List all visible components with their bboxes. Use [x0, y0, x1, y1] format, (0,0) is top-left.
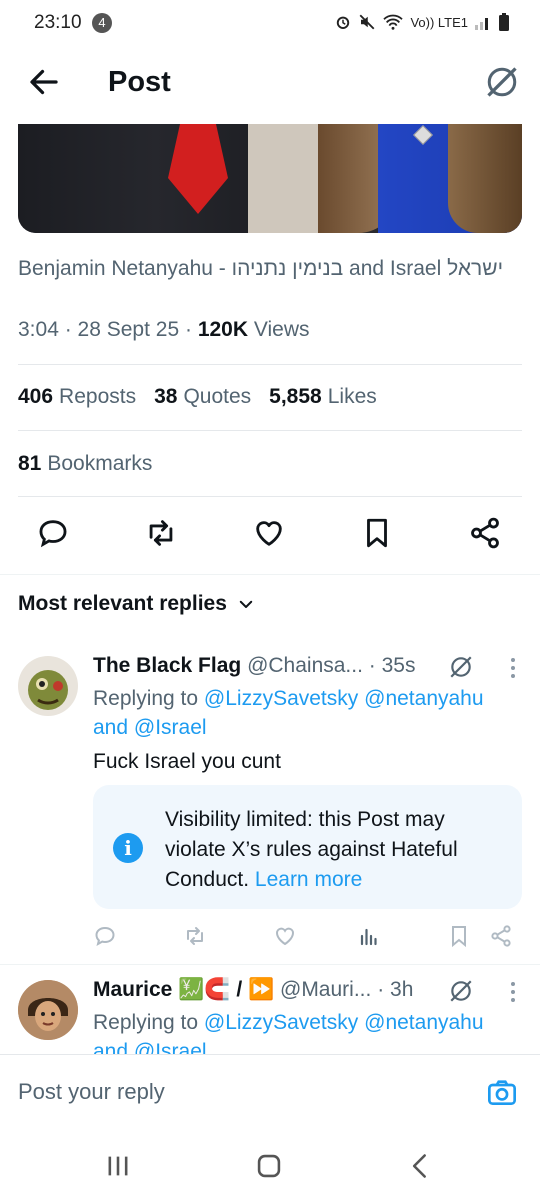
alarm-icon [337, 16, 350, 29]
mention-link[interactable]: @LizzySavetsky [204, 687, 358, 710]
wifi-icon [383, 14, 404, 30]
page-title: Post [108, 66, 171, 98]
replies-sort-dropdown[interactable]: Most relevant replies [18, 592, 255, 616]
visibility-limited-notice: i Visibility limited: this Post may viol… [93, 785, 522, 909]
learn-more-link[interactable]: Learn more [255, 868, 362, 891]
post-date: 28 Sept 25 [77, 318, 180, 341]
status-time: 23:10 [34, 12, 82, 33]
likes-stat[interactable]: 5,858 Likes [269, 385, 377, 409]
system-back-icon[interactable] [406, 1152, 434, 1180]
quotes-stat[interactable]: 38 Quotes [154, 385, 251, 409]
views-label: Views [253, 318, 310, 341]
bookmark-icon[interactable] [447, 924, 471, 948]
back-arrow-icon[interactable] [26, 64, 62, 100]
post-time: 3:04 [18, 318, 59, 341]
mention-link[interactable]: @LizzySavetsky [204, 1011, 358, 1034]
post-tagged-accounts[interactable]: Benjamin Netanyahu - בנימין נתניהו and I… [18, 254, 518, 284]
views-count: 120K [197, 318, 249, 341]
more-options-icon[interactable] [510, 981, 516, 1003]
mention-link[interactable]: @Israel [134, 1040, 207, 1054]
system-nav-bar [0, 1132, 540, 1200]
bookmarks-stat[interactable]: 81 Bookmarks [18, 452, 152, 476]
post-stats: 406 Reposts 38 Quotes 5,858 Likes [18, 385, 377, 409]
bookmarks-count: 81 [18, 452, 42, 475]
reply-item[interactable]: Maurice 💹🧲 / ⏩ @Mauri... · 3h Replying t… [0, 964, 540, 1054]
reply-time: · 3h [377, 978, 414, 1001]
divider [0, 574, 540, 575]
like-icon[interactable] [273, 924, 297, 948]
info-icon: i [113, 833, 143, 863]
bookmark-icon[interactable] [360, 516, 394, 550]
reply-icon[interactable] [36, 516, 70, 550]
reply-input-placeholder[interactable]: Post your reply [18, 1079, 165, 1105]
share-icon[interactable] [468, 516, 502, 550]
avatar[interactable] [18, 656, 78, 716]
mention-link[interactable]: @netanyahu [364, 1011, 483, 1034]
home-icon[interactable] [255, 1152, 283, 1180]
reply-time: · 35s [368, 654, 416, 677]
replying-to: Replying to @LizzySavetsky @netanyahu an… [93, 1008, 523, 1054]
replies-sort-label: Most relevant replies [18, 592, 227, 615]
repost-icon[interactable] [183, 924, 207, 948]
status-bar: 23:10 4 Vo)) LTE1 [0, 0, 540, 46]
signal-icon [475, 18, 488, 30]
post-timestamp: 3:04 · 28 Sept 25 · 120K Views [18, 318, 310, 341]
network-label: Vo)) LTE1 [410, 14, 468, 30]
divider [18, 496, 522, 497]
post-action-bar [0, 512, 540, 556]
status-icons: Vo)) LTE1 [334, 13, 510, 31]
more-options-icon[interactable] [510, 657, 516, 679]
views-icon[interactable] [357, 924, 381, 948]
reply-action-bar [93, 924, 522, 954]
reply-author-name[interactable]: The Black Flag [93, 654, 241, 677]
replying-to: Replying to @LizzySavetsky @netanyahu an… [93, 687, 484, 739]
reply-header: Maurice 💹🧲 / ⏩ @Mauri... · 3h [93, 978, 413, 1002]
divider [18, 364, 522, 365]
reply-text: Fuck Israel you cunt [93, 750, 281, 773]
reposts-stat[interactable]: 406 Reposts [18, 385, 136, 409]
reply-author-name[interactable]: Maurice 💹🧲 / ⏩ [93, 978, 274, 1001]
avatar[interactable] [18, 980, 78, 1040]
share-icon[interactable] [489, 924, 513, 948]
battery-icon [499, 13, 509, 31]
top-app-bar: Post [0, 46, 540, 124]
reply-header: The Black Flag @Chainsa... · 35s [93, 654, 415, 678]
grok-icon[interactable] [448, 654, 474, 680]
reply-handle[interactable]: @Mauri... [280, 978, 371, 1001]
grok-icon[interactable] [448, 978, 474, 1004]
grok-icon[interactable] [484, 64, 520, 100]
reply-composer[interactable]: Post your reply [0, 1054, 540, 1132]
mention-link[interactable]: @netanyahu [364, 687, 483, 710]
divider [18, 430, 522, 431]
chevron-down-icon [239, 600, 253, 608]
notification-count-badge: 4 [92, 13, 112, 33]
reply-icon[interactable] [93, 924, 117, 948]
like-icon[interactable] [252, 516, 286, 550]
repost-icon[interactable] [144, 516, 178, 550]
post-media-image[interactable] [18, 124, 522, 233]
camera-icon[interactable] [486, 1077, 518, 1109]
mention-link[interactable]: @Israel [134, 716, 207, 739]
reply-handle[interactable]: @Chainsa... [247, 654, 363, 677]
bookmarks-label: Bookmarks [47, 452, 153, 475]
recent-apps-icon[interactable] [104, 1152, 132, 1180]
mute-icon [360, 14, 375, 30]
